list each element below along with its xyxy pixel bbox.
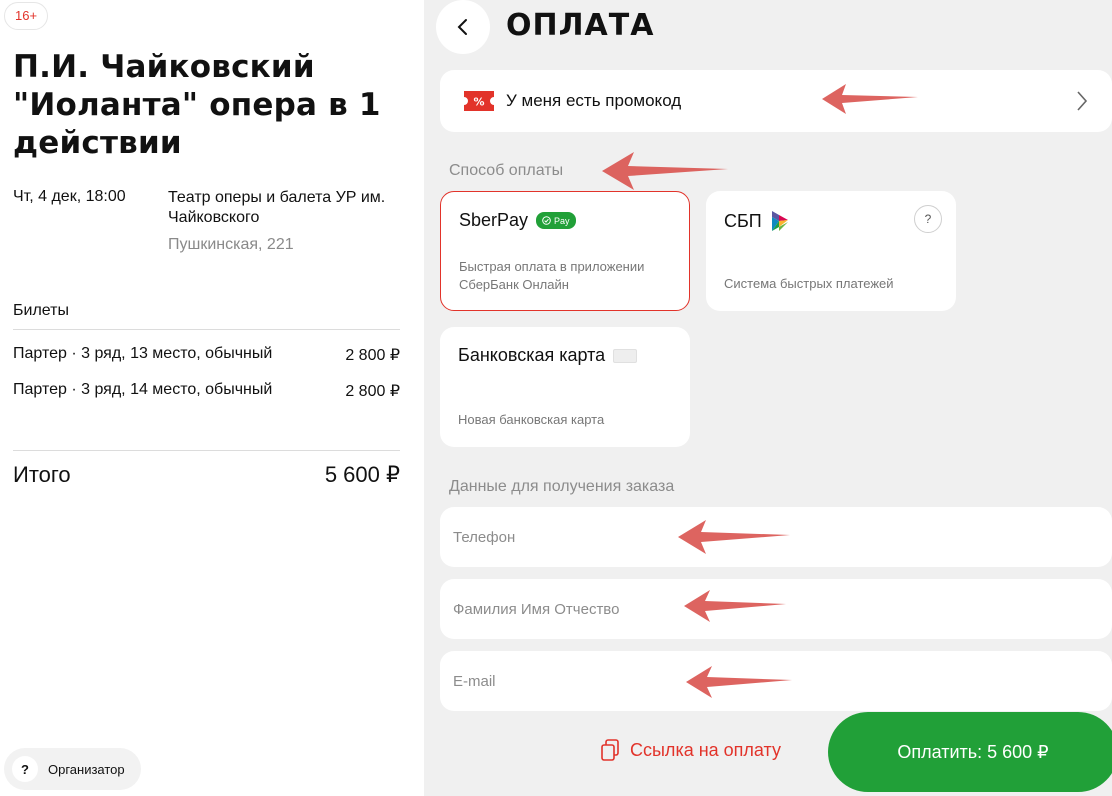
total-value: 5 600 ₽ (324, 462, 400, 487)
venue-name: Театр оперы и балета УР им. Чайковского (168, 189, 386, 226)
total-label: Итого (13, 462, 71, 487)
check-circle-icon (542, 216, 551, 225)
sberpay-badge-text: Pay (554, 215, 570, 226)
sbp-logo-icon (771, 211, 788, 231)
ticket-row: Партер · 3 ряд, 14 место, обычный 2 800 … (13, 381, 400, 401)
annotation-arrow-icon (684, 590, 786, 622)
bank-card-option[interactable]: Банковская карта Новая банковская карта (440, 327, 690, 447)
sbp-help-button[interactable]: ? (914, 205, 942, 233)
ticket-desc: Партер · 3 ряд, 13 место, обычный (13, 345, 273, 362)
divider (13, 329, 400, 330)
ticket-desc: Партер · 3 ряд, 14 место, обычный (13, 381, 273, 398)
annotation-arrow-icon (686, 666, 792, 698)
chevron-right-icon (1077, 91, 1088, 111)
credit-card-icon (613, 348, 638, 363)
svg-text:%: % (473, 96, 484, 109)
event-date: Чт, 4 дек, 18:00 (13, 188, 126, 205)
copy-icon (601, 739, 619, 761)
bank-card-title: Банковская карта (458, 345, 606, 365)
event-title: П.И. Чайковский "Иоланта" опера в 1 дейс… (13, 49, 381, 161)
ticket-price: 2 800 ₽ (345, 383, 400, 400)
payment-link-label: Ссылка на оплату (630, 739, 781, 760)
payment-link-button[interactable]: Ссылка на оплату (600, 738, 781, 762)
bank-card-desc: Новая банковская карта (458, 412, 605, 427)
question-icon: ? (12, 756, 38, 782)
sbp-title: СБП (724, 210, 762, 231)
ticket-row: Партер · 3 ряд, 13 место, обычный 2 800 … (13, 345, 400, 365)
back-button[interactable] (436, 0, 490, 54)
payment-method-label: Способ оплаты (449, 162, 564, 179)
chevron-left-icon (457, 19, 467, 35)
sbp-desc: Система быстрых платежей (724, 276, 894, 291)
annotation-arrow-icon (822, 84, 918, 114)
sberpay-title: SberPay (459, 210, 529, 230)
total-row: Итого 5 600 ₽ (13, 462, 400, 488)
sbp-option[interactable]: СБП ? Система быстрых платежей (706, 191, 956, 311)
organizer-label: Организатор (48, 761, 125, 777)
promo-label: У меня есть промокод (506, 91, 682, 110)
organizer-button[interactable]: ? Организатор (4, 748, 141, 790)
ticket-price: 2 800 ₽ (345, 347, 400, 364)
page-title: ОПЛАТА (506, 8, 655, 43)
annotation-arrow-icon (602, 152, 728, 190)
sberpay-option[interactable]: SberPay Pay Быстрая оплата в приложении … (440, 191, 690, 311)
annotation-arrow-icon (678, 520, 790, 554)
full-name-input[interactable] (453, 600, 853, 618)
divider (13, 450, 400, 451)
tickets-label: Билеты (13, 302, 69, 319)
venue-address: Пушкинская, 221 (168, 236, 294, 253)
discount-ticket-icon: % (464, 91, 494, 111)
phone-input[interactable] (453, 528, 853, 546)
sberpay-badge: Pay (536, 212, 576, 229)
pay-button[interactable]: Оплатить: 5 600 ₽ (828, 712, 1112, 792)
age-rating-badge: 16+ (4, 2, 49, 30)
order-summary-panel: 16+ П.И. Чайковский "Иоланта" опера в 1 … (0, 0, 424, 796)
promo-code-button[interactable]: % У меня есть промокод (440, 70, 1112, 132)
sberpay-desc: Быстрая оплата в приложении СберБанк Онл… (459, 259, 645, 292)
order-data-label: Данные для получения заказа (449, 478, 675, 495)
